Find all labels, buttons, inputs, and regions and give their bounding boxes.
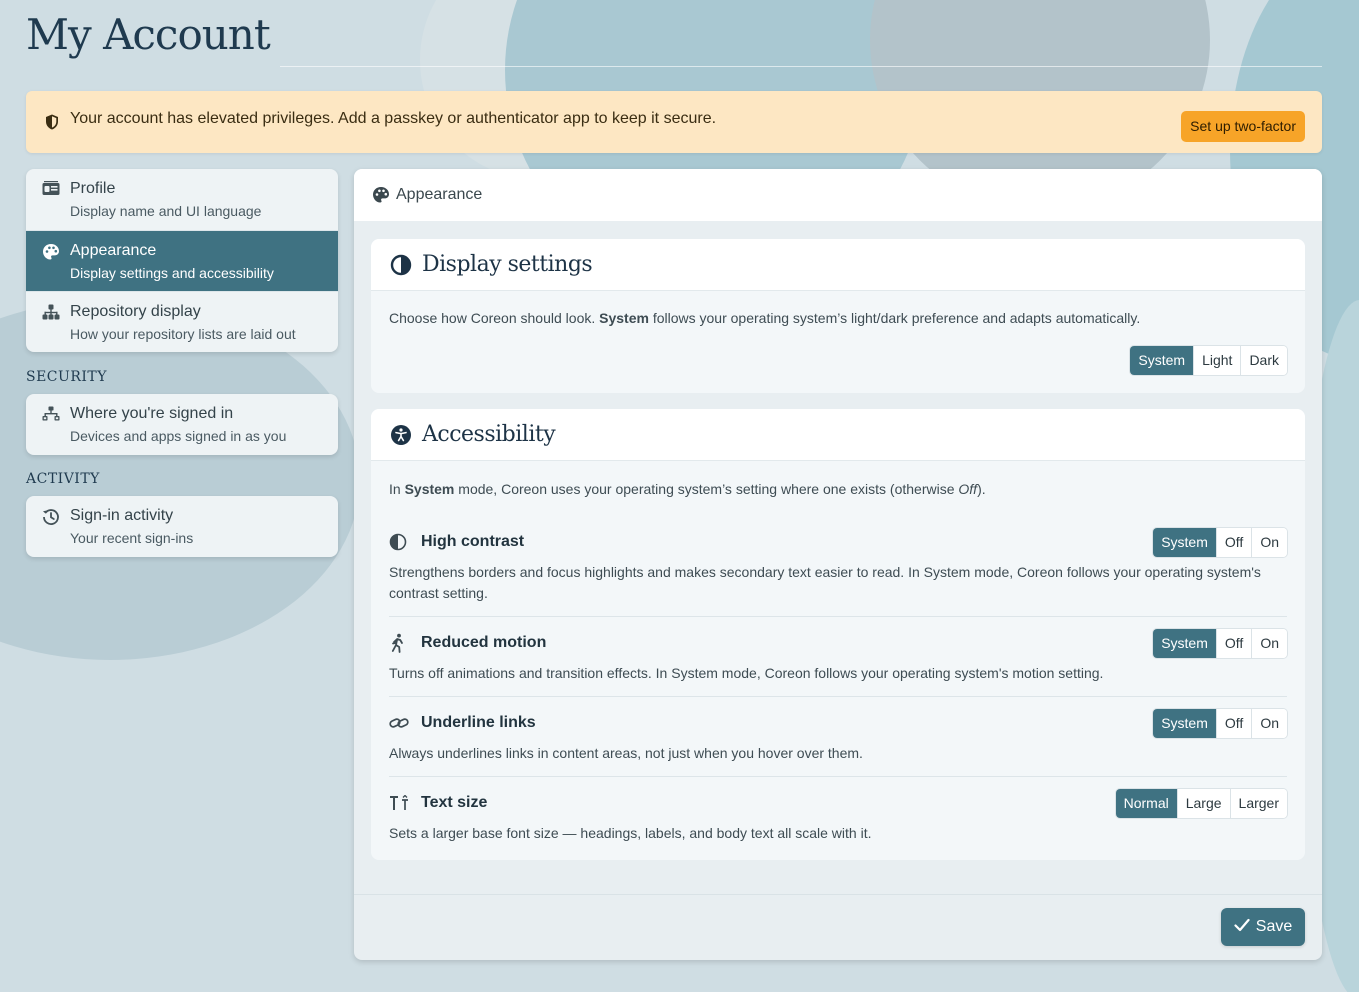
theme-option-dark[interactable]: Dark xyxy=(1240,346,1287,375)
setting-divider xyxy=(389,776,1287,777)
intro-bold: System xyxy=(404,481,455,497)
activity-nav: Sign-in activity Your recent sign-ins xyxy=(26,496,338,557)
high-contrast-option-on[interactable]: On xyxy=(1251,527,1287,557)
sidebar-item-description: Your recent sign-ins xyxy=(70,530,194,546)
setup-two-factor-button[interactable]: Set up two-factor xyxy=(1181,110,1305,142)
contrast-icon xyxy=(389,533,409,551)
description-text: follows your operating system’s light/da… xyxy=(648,310,1141,326)
reduced-motion-selector: System Off On xyxy=(1153,628,1287,658)
card-title: Accessibility xyxy=(422,422,556,447)
high-contrast-option-system[interactable]: System xyxy=(1153,527,1216,557)
theme-option-system[interactable]: System xyxy=(1130,346,1194,375)
sidebar-item-repository-display[interactable]: Repository display How your repository l… xyxy=(26,291,338,352)
sidebar-item-description: Display name and UI language xyxy=(70,203,262,219)
sidebar-item-signed-in[interactable]: Where you're signed in Devices and apps … xyxy=(26,394,338,455)
alert-message: Your account has elevated privileges. Ad… xyxy=(70,110,717,127)
underline-links-setting: Underline links System Off On Always under… xyxy=(389,708,1287,764)
sidebar-item-label: Repository display xyxy=(70,303,201,320)
description-text: Choose how Coreon should look. xyxy=(389,310,600,326)
sidebar-item-description: How your repository lists are laid out xyxy=(70,326,296,342)
setting-description: Sets a larger base font size — headings,… xyxy=(389,825,872,841)
text-size-option-normal[interactable]: Normal xyxy=(1115,788,1177,818)
card-title: Display settings xyxy=(422,252,593,277)
panel-title: Appearance xyxy=(396,186,483,203)
history-icon xyxy=(42,506,62,547)
running-person-icon xyxy=(389,633,409,653)
check-icon xyxy=(1234,918,1250,937)
card-header: Accessibility xyxy=(371,409,1305,461)
contrast-icon xyxy=(390,254,412,276)
description-bold: System xyxy=(599,310,649,326)
text-size-option-large[interactable]: Large xyxy=(1176,788,1230,818)
sidebar-item-appearance[interactable]: Appearance Display settings and accessib… xyxy=(26,230,338,291)
appearance-panel: Appearance Display settings Choose how C… xyxy=(354,169,1322,960)
sidebar-item-label: Profile xyxy=(70,180,116,197)
sidebar-item-description: Display settings and accessibility xyxy=(70,265,274,281)
accessibility-icon xyxy=(390,424,412,446)
save-button[interactable]: Save xyxy=(1221,908,1305,946)
setting-description: Turns off animations and transition effe… xyxy=(389,665,1104,681)
reduced-motion-setting: Reduced motion System Off On Turns off ani… xyxy=(389,628,1287,684)
display-settings-card: Display settings Choose how Coreon shoul… xyxy=(371,239,1305,393)
hierarchy-icon xyxy=(42,302,62,342)
setting-title: Reduced motion xyxy=(421,634,547,651)
account-nav: Profile Display name and UI language App… xyxy=(26,169,338,352)
intro-italic: Off xyxy=(958,481,978,497)
reduced-motion-option-on[interactable]: On xyxy=(1251,628,1287,658)
underline-links-option-system[interactable]: System xyxy=(1153,708,1216,738)
security-alert: Your account has elevated privileges. Ad… xyxy=(26,91,1322,153)
underline-links-option-off[interactable]: Off xyxy=(1215,708,1252,738)
sidebar-item-label: Sign-in activity xyxy=(70,507,174,524)
setting-title: Underline links xyxy=(421,714,536,731)
theme-selector: System Light Dark xyxy=(1130,346,1287,375)
setting-divider xyxy=(389,616,1287,617)
sidebar-item-description: Devices and apps signed in as you xyxy=(70,428,287,444)
reduced-motion-option-system[interactable]: System xyxy=(1153,628,1216,658)
intro-text: mode, Coreon uses your operating system’… xyxy=(454,481,959,497)
text-size-option-larger[interactable]: Larger xyxy=(1229,788,1287,818)
page-title: My Account xyxy=(26,10,271,59)
intro-text: In xyxy=(389,481,405,497)
underline-links-option-on[interactable]: On xyxy=(1251,708,1287,738)
palette-icon xyxy=(42,241,62,281)
sidebar-item-label: Appearance xyxy=(70,242,157,259)
section-heading-security: SECURITY xyxy=(26,369,107,385)
theme-option-light[interactable]: Light xyxy=(1193,346,1241,375)
panel-footer: Save xyxy=(354,894,1322,960)
high-contrast-option-off[interactable]: Off xyxy=(1215,527,1252,557)
accessibility-card: Accessibility In System mode, Coreon use… xyxy=(371,409,1305,860)
accessibility-intro: In System mode, Coreon uses your operati… xyxy=(389,481,1287,497)
network-icon xyxy=(42,404,62,445)
high-contrast-selector: System Off On xyxy=(1153,527,1287,557)
sidebar-item-profile[interactable]: Profile Display name and UI language xyxy=(26,169,338,230)
card-header: Display settings xyxy=(371,239,1305,291)
setting-title: Text size xyxy=(421,794,488,811)
link-icon xyxy=(389,715,409,731)
shield-icon xyxy=(43,113,61,131)
sidebar-item-sign-in-activity[interactable]: Sign-in activity Your recent sign-ins xyxy=(26,496,338,557)
text-size-selector: Normal Large Larger xyxy=(1115,788,1287,818)
section-heading-activity: ACTIVITY xyxy=(26,471,100,487)
id-card-icon xyxy=(42,179,62,220)
security-nav: Where you're signed in Devices and apps … xyxy=(26,394,338,455)
text-size-setting: Text size Normal Large Larger Sets a large… xyxy=(389,788,1287,844)
intro-text: ). xyxy=(977,481,986,497)
setting-description: Always underlines links in content areas… xyxy=(389,745,863,761)
reduced-motion-option-off[interactable]: Off xyxy=(1215,628,1252,658)
palette-icon xyxy=(372,186,390,204)
setting-title: High contrast xyxy=(421,533,525,550)
title-divider xyxy=(280,66,1322,67)
high-contrast-setting: High contrast System Off On Strengthens bo… xyxy=(389,527,1287,604)
text-size-icon xyxy=(389,795,409,811)
setting-description: Strengthens borders and focus highlights… xyxy=(389,564,1261,601)
underline-links-selector: System Off On xyxy=(1153,708,1287,738)
save-button-label: Save xyxy=(1255,918,1293,935)
panel-header: Appearance xyxy=(354,169,1322,221)
setting-divider xyxy=(389,696,1287,697)
sidebar-item-label: Where you're signed in xyxy=(70,405,234,422)
display-settings-description: Choose how Coreon should look. System fo… xyxy=(389,310,1287,326)
